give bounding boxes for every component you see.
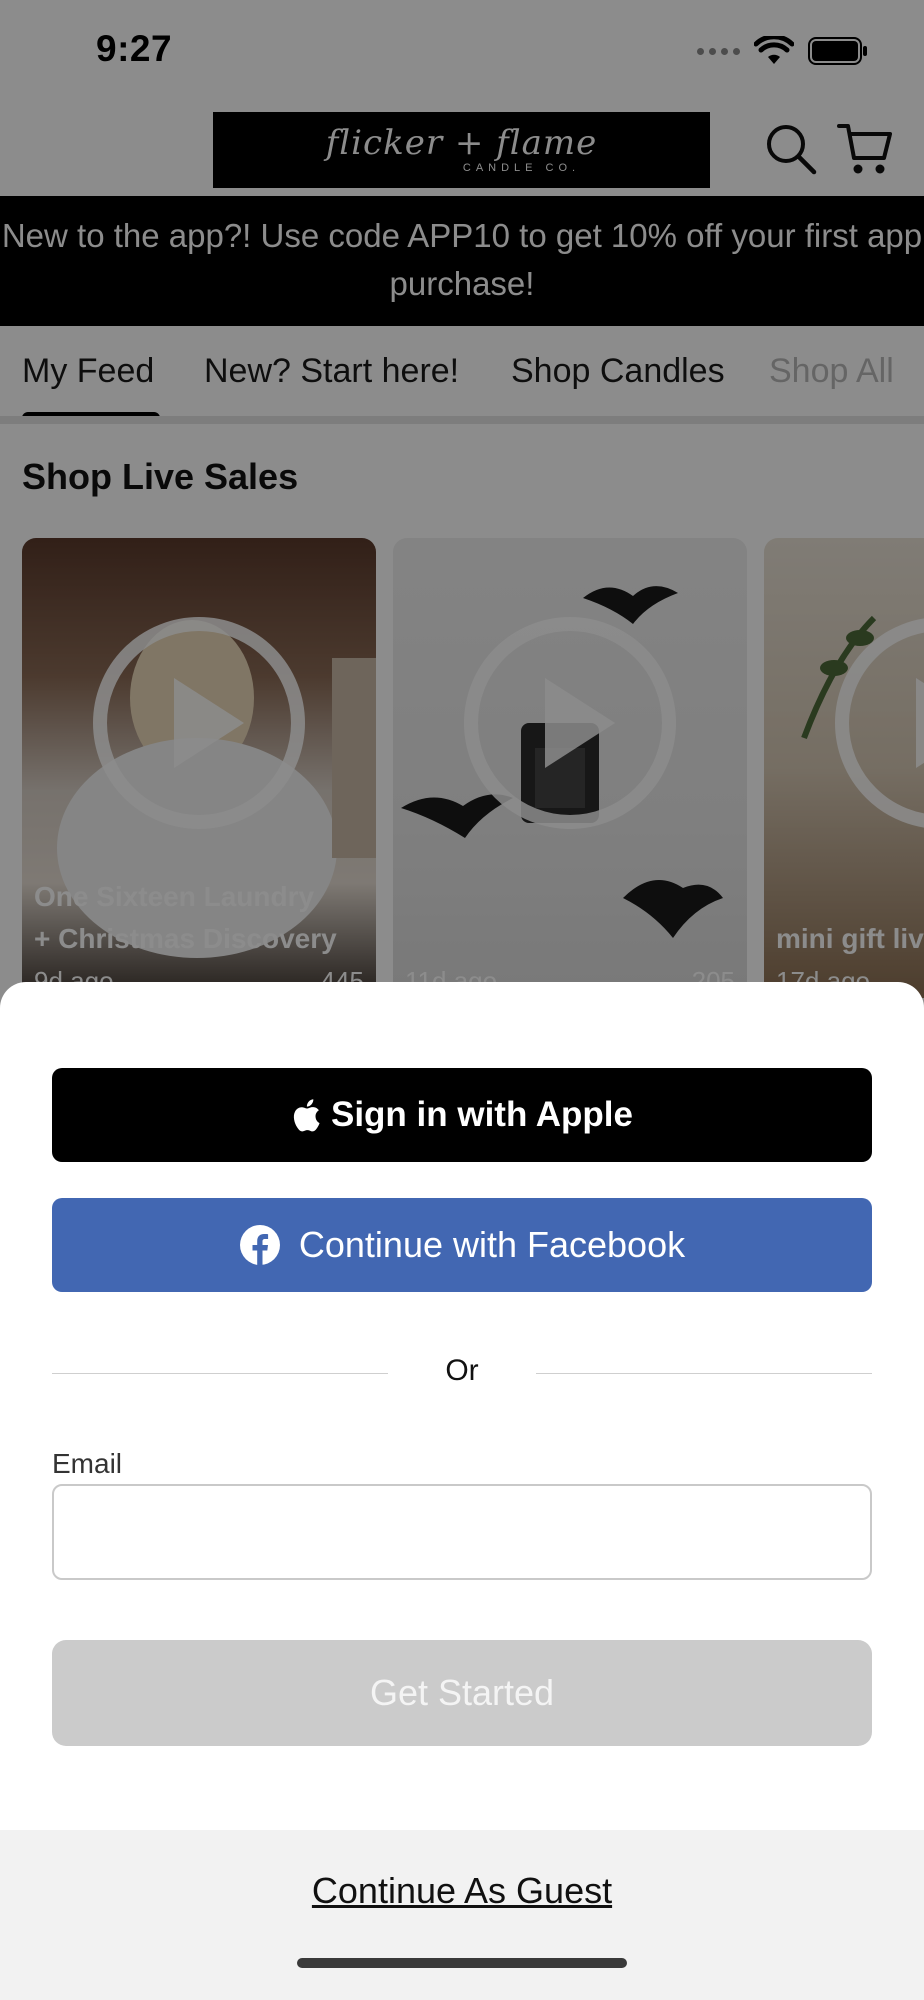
get-started-button[interactable]: Get Started — [52, 1640, 872, 1746]
email-label: Email — [52, 1448, 123, 1479]
guest-footer: Continue As Guest — [0, 1830, 924, 2000]
divider-line-right — [536, 1373, 872, 1374]
home-indicator[interactable] — [297, 1958, 627, 1968]
sign-in-sheet: Sign in with Apple Continue with Faceboo… — [0, 982, 924, 2000]
sign-in-with-apple-button[interactable]: Sign in with Apple — [52, 1068, 872, 1162]
facebook-icon — [239, 1225, 280, 1265]
continue-with-facebook-button[interactable]: Continue with Facebook — [52, 1198, 872, 1292]
apple-button-label: Sign in with Apple — [330, 1095, 633, 1134]
email-field[interactable] — [52, 1484, 872, 1580]
or-divider-label: Or — [445, 1354, 479, 1387]
apple-icon — [293, 1099, 320, 1132]
facebook-button-label: Continue with Facebook — [298, 1224, 686, 1265]
continue-as-guest-link[interactable]: Continue As Guest — [0, 1870, 924, 1912]
